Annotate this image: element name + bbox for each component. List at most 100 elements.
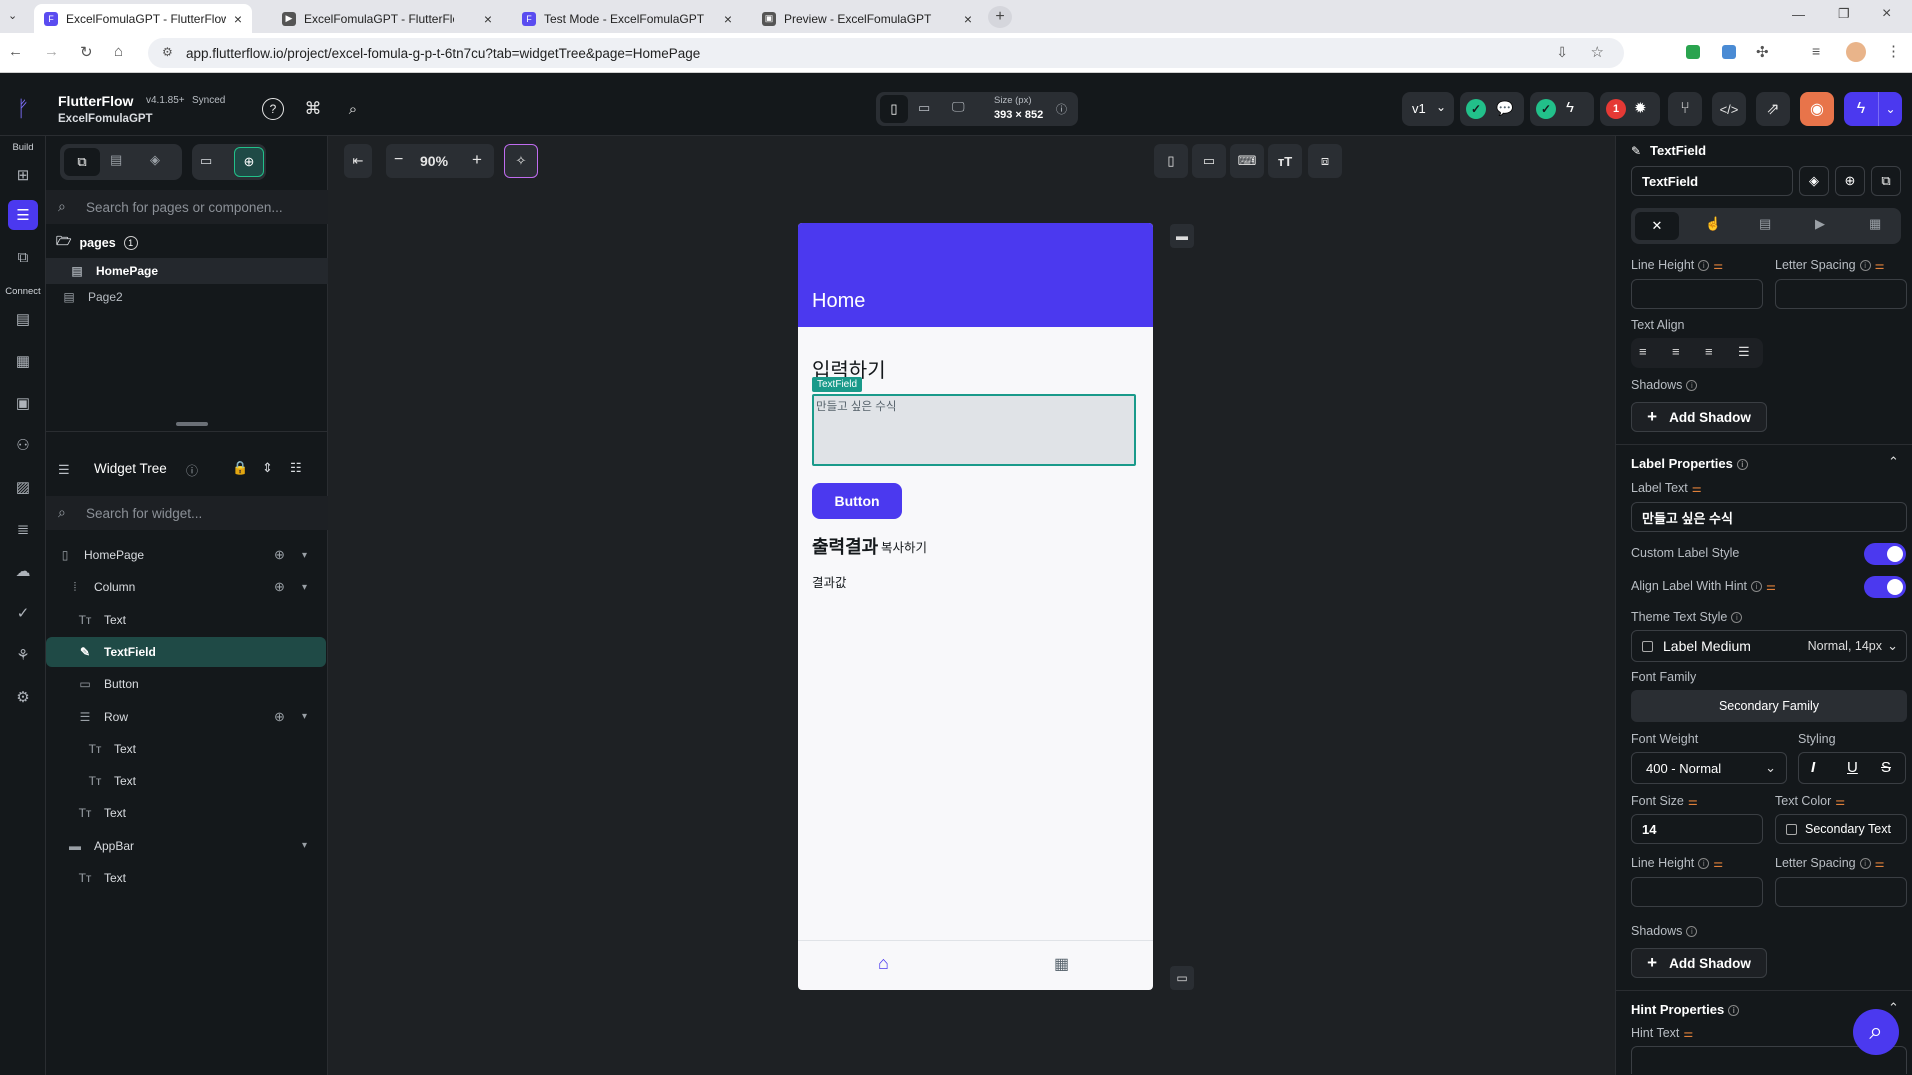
info-icon[interactable]: i [1698, 260, 1710, 272]
text-field[interactable]: 만들고 싶은 수식 [812, 394, 1136, 466]
info-icon[interactable]: i [1859, 260, 1871, 272]
close-tab-icon[interactable]: × [964, 11, 972, 27]
custom-code-icon[interactable]: ⚇ [8, 430, 38, 460]
letter-spacing-input[interactable] [1775, 279, 1907, 309]
new-tab-button[interactable]: + [988, 6, 1012, 28]
result-text[interactable]: 결과값 [812, 572, 847, 591]
variable-icon[interactable]: ⚌ [1875, 260, 1885, 272]
variable-icon[interactable]: ⚌ [1713, 858, 1723, 870]
tree-node-text[interactable]: Tт Text [46, 605, 328, 635]
add-child-widget-icon[interactable]: ⊕ [274, 579, 285, 595]
line-height-input[interactable] [1631, 279, 1763, 309]
responsive-button[interactable]: ⧈ [1308, 144, 1342, 178]
close-tab-icon[interactable]: × [234, 11, 242, 27]
extensions-puzzle-icon[interactable]: ✣ [1756, 43, 1769, 61]
info-icon[interactable]: i [1859, 858, 1871, 870]
comments-icon[interactable]: 💬 [1496, 100, 1513, 117]
text-scale-button[interactable]: ᴛT [1268, 144, 1302, 178]
page-item-homepage[interactable]: ▤ HomePage [46, 258, 328, 284]
theme-text-style-select[interactable]: Label Medium Normal, 14px ⌄ [1631, 630, 1907, 662]
variable-icon[interactable]: ⚌ [1875, 858, 1885, 870]
wrap-widget-button[interactable]: ⧉ [1871, 166, 1901, 196]
profile-avatar[interactable] [1846, 42, 1866, 62]
install-app-icon[interactable]: ⇩ [1556, 44, 1568, 61]
documentation-tab-icon[interactable]: ▦ [1869, 216, 1881, 232]
add-child-widget-icon[interactable]: ⊕ [274, 547, 285, 563]
tree-node-homepage[interactable]: ▯ HomePage ⊕ ▾ [46, 540, 328, 570]
variable-icon[interactable]: ⚌ [1688, 796, 1698, 808]
browser-tab-3[interactable]: F Test Mode - ExcelFomulaGPT × [512, 4, 742, 33]
home-icon[interactable]: ⌂ [114, 43, 123, 60]
tablet-device-icon[interactable]: ▭ [918, 100, 930, 116]
components-mode-icon[interactable]: ▤ [110, 152, 122, 168]
desktop-device-icon[interactable]: 🖵 [952, 99, 965, 115]
minimize-window-icon[interactable]: — [1792, 7, 1805, 22]
info-icon[interactable]: i [1736, 459, 1748, 471]
page-search-input[interactable]: ⌕ Search for pages or componen... [46, 190, 328, 224]
line-height-input-2[interactable] [1631, 877, 1763, 907]
properties-tab-icon[interactable]: ✕ [1635, 212, 1679, 240]
backend-query-tab-icon[interactable]: ▤ [1759, 216, 1771, 232]
browser-tab-1[interactable]: F ExcelFomulaGPT - FlutterFlow × [34, 4, 252, 33]
extension-icon[interactable] [1722, 45, 1736, 59]
bookmark-star-icon[interactable]: ☆ [1591, 43, 1604, 61]
components-icon[interactable]: ⧉ [8, 242, 38, 272]
expand-chevron-icon[interactable]: ▾ [302, 840, 307, 851]
variable-icon[interactable]: ⚌ [1713, 260, 1723, 272]
expand-chevron-icon[interactable]: ▾ [302, 711, 307, 722]
url-input[interactable]: ⚙ app.flutterflow.io/project/excel-fomul… [148, 38, 1624, 68]
add-shadow-button-2[interactable]: + Add Shadow [1631, 948, 1767, 978]
text-color-select[interactable]: Secondary Text [1775, 814, 1907, 844]
tree-options-icon[interactable]: ☷ [290, 460, 302, 476]
tree-node-column[interactable]: ⦙ Column ⊕ ▾ [46, 572, 328, 602]
chevron-down-icon[interactable]: ⌄ [1878, 92, 1902, 126]
font-family-select[interactable]: Secondary Family [1631, 690, 1907, 722]
back-arrow-icon[interactable]: ← [8, 43, 23, 60]
font-weight-select[interactable]: 400 - Normal ⌄ [1631, 752, 1787, 784]
underline-icon[interactable]: U [1847, 759, 1858, 776]
close-tab-icon[interactable]: × [724, 11, 732, 27]
collapse-panel-button[interactable]: ⇤ [344, 144, 372, 178]
animations-tab-icon[interactable]: ▶ [1815, 216, 1825, 232]
variable-icon[interactable]: ⚌ [1683, 1028, 1693, 1040]
preview-button[interactable]: ◉ [1800, 92, 1834, 126]
hint-properties-header[interactable]: Hint Properties i [1631, 1002, 1740, 1017]
variable-icon[interactable]: ⚌ [1766, 581, 1776, 593]
check-status-icon[interactable]: ✓ [1466, 99, 1486, 119]
lock-icon[interactable]: 🔒 [232, 460, 248, 476]
tree-node-appbar[interactable]: ▬ AppBar ▾ [46, 831, 328, 861]
browser-tab-2[interactable]: ▶ ExcelFomulaGPT - FlutterFlo × [272, 4, 502, 33]
info-icon[interactable]: i [1686, 380, 1698, 392]
info-icon[interactable]: ⓘ [1056, 101, 1067, 117]
pages-folder[interactable]: 🗁 pages 1 [56, 232, 138, 253]
add-shadow-button[interactable]: + Add Shadow [1631, 402, 1767, 432]
testing-icon[interactable]: ✓ [8, 598, 38, 628]
restore-window-icon[interactable]: ❐ [1838, 6, 1850, 22]
forward-arrow-icon[interactable]: → [44, 43, 59, 60]
primary-button[interactable]: Button [812, 483, 902, 519]
zoom-in-icon[interactable]: + [472, 150, 482, 170]
expand-chevron-icon[interactable]: ▾ [302, 550, 307, 561]
chevron-up-icon[interactable]: ⌃ [1888, 454, 1899, 470]
safe-area-button[interactable]: ▭ [1192, 144, 1226, 178]
ai-generate-button[interactable]: ✧ [504, 144, 538, 178]
align-right-icon[interactable]: ≡ [1705, 344, 1713, 359]
widget-palette-icon[interactable]: ⊞ [8, 160, 38, 190]
check-status-icon[interactable]: ✓ [1536, 99, 1556, 119]
align-label-hint-toggle[interactable] [1864, 576, 1906, 598]
info-icon[interactable]: i [1751, 581, 1763, 593]
italic-icon[interactable]: I [1811, 759, 1815, 776]
info-icon[interactable]: ⓘ [186, 462, 198, 479]
custom-label-style-toggle[interactable] [1864, 543, 1906, 565]
tree-node-row[interactable]: ☰ Row ⊕ ▾ [46, 702, 328, 732]
add-child-widget-icon[interactable]: ⊕ [274, 709, 285, 725]
cloud-functions-icon[interactable]: ☁ [8, 556, 38, 586]
tree-node-text[interactable]: Tт Text [46, 734, 328, 764]
new-folder-icon[interactable]: ▭ [200, 153, 212, 169]
search-icon[interactable]: ⌕ [342, 98, 364, 120]
size-value[interactable]: 393 × 852 [994, 109, 1043, 121]
version-selector[interactable]: v1 ⌄ [1402, 92, 1454, 126]
api-calls-icon[interactable]: ▣ [8, 388, 38, 418]
help-icon[interactable]: ? [262, 98, 284, 120]
run-button[interactable]: ϟ ⌄ [1844, 92, 1902, 126]
